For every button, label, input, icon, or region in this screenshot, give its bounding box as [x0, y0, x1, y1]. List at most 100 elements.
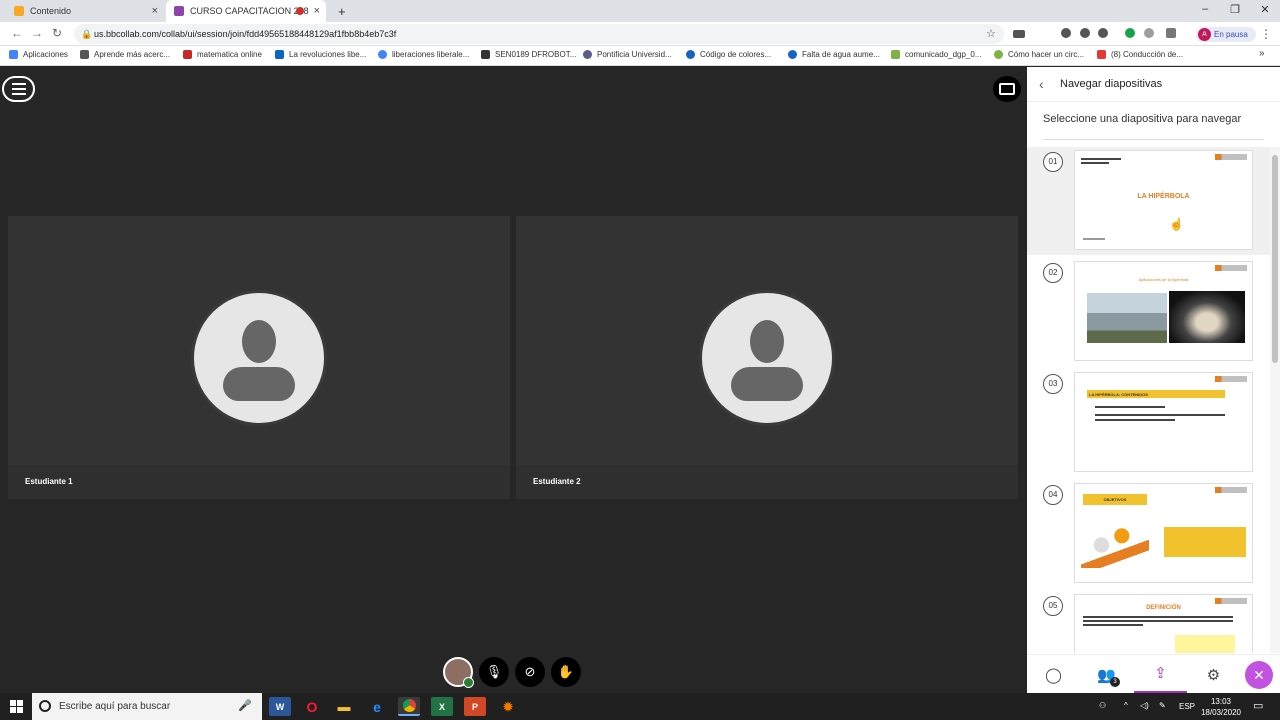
avatar: A [1198, 28, 1211, 41]
layout-toggle-button[interactable] [993, 76, 1021, 102]
bookmark-item[interactable]: matematica online [183, 50, 262, 59]
slide-item[interactable]: 03 LA HIPÉRBOLA: CONTENIDOS [1027, 369, 1270, 477]
apps-icon [9, 50, 18, 59]
scroll-thumb[interactable] [1272, 155, 1278, 363]
profile-button[interactable]: A En pausa [1196, 27, 1256, 42]
bookmark-favicon-icon [994, 50, 1003, 59]
bookmark-favicon-icon [891, 50, 900, 59]
close-icon: ✕ [1253, 667, 1265, 683]
tab-favicon-icon [14, 6, 24, 16]
session-stage: Estudiante 1 Estudiante 2 🎙 ⊘ ✋ [0, 67, 1027, 693]
reload-icon[interactable]: ↻ [52, 26, 62, 40]
avatar [699, 290, 835, 426]
address-bar[interactable]: 🔒 us.bbcollab.com/collab/ui/session/join… [74, 24, 1004, 44]
restore-icon[interactable]: ❐ [1220, 3, 1250, 16]
clock-time: 13:03 [1210, 697, 1232, 706]
participants-button[interactable]: 👥 3 [1080, 655, 1133, 694]
camera-icon[interactable] [1013, 30, 1025, 38]
tab-curso[interactable]: CURSO CAPACITACION 288 × [166, 0, 326, 22]
tab-title: Contenido [30, 6, 72, 16]
participant-tile[interactable]: Estudiante 2 [516, 216, 1018, 499]
bookmark-item[interactable]: comunicado_dgp_0... [891, 50, 982, 59]
microphone-icon[interactable]: 🎤 [238, 699, 252, 712]
language-indicator[interactable]: ESP [1179, 702, 1195, 711]
slide-title: LA HIPÉRBOLA [1137, 193, 1190, 200]
taskbar-search-input[interactable]: Escribe aquí para buscar 🎤 [32, 693, 262, 720]
word-icon[interactable]: W [269, 697, 291, 716]
bookmark-item[interactable]: (8) Conducción de... [1097, 50, 1183, 59]
window-close-icon[interactable]: ✕ [1250, 3, 1280, 16]
edge-icon[interactable]: e [366, 697, 388, 716]
bookmark-item[interactable]: Pontificia Universid... [583, 50, 672, 59]
scrollbar[interactable] [1270, 147, 1280, 653]
chat-button[interactable]: ◯ [1027, 655, 1080, 694]
star-icon[interactable]: ☆ [986, 27, 996, 40]
more-bookmarks-button[interactable]: » [1259, 48, 1265, 59]
close-icon[interactable]: × [314, 5, 320, 17]
bookmark-item[interactable]: Aplicaciones [9, 50, 68, 59]
cooling-towers-image [1087, 293, 1167, 343]
chevron-left-icon[interactable]: ‹ [1039, 76, 1044, 92]
university-logo-icon [1215, 376, 1247, 382]
slide-item[interactable]: 05 DEFINICIÓN [1027, 591, 1270, 653]
app-icon[interactable]: ✹ [497, 697, 519, 716]
extension-icon[interactable] [1098, 28, 1108, 38]
thumb-text-line [1083, 616, 1233, 618]
slide-item[interactable]: 04 OBJETIVOS [1027, 480, 1270, 588]
google-icon [378, 50, 387, 59]
microphone-muted-button[interactable]: 🎙 [479, 657, 509, 687]
pen-icon[interactable]: ✎ [1159, 701, 1166, 710]
settings-button[interactable]: ⚙ [1187, 655, 1240, 694]
university-logo-icon [1215, 154, 1247, 160]
opera-icon[interactable]: O [301, 697, 323, 716]
my-avatar[interactable] [443, 657, 474, 688]
clock-date: 18/03/2020 [1200, 708, 1242, 717]
excel-icon[interactable]: X [431, 697, 453, 716]
extension-icon[interactable] [1144, 28, 1154, 38]
bookmark-item[interactable]: Aprende más acerc... [80, 50, 170, 59]
bookmark-item[interactable]: La revoluciones libe... [275, 50, 366, 59]
grammarly-icon[interactable] [1125, 28, 1135, 38]
extension-icon[interactable] [1061, 28, 1071, 38]
participant-tile[interactable]: Estudiante 1 [8, 216, 510, 499]
bookmark-item[interactable]: Código de colores... [686, 50, 771, 59]
extension-icon[interactable] [1080, 28, 1090, 38]
camera-off-button[interactable]: ⊘ [515, 657, 545, 687]
notifications-icon[interactable]: ▭ [1253, 699, 1263, 712]
slide-item[interactable]: 01 LA HIPÉRBOLA ☝ [1027, 147, 1270, 255]
windows-start-icon[interactable] [10, 700, 23, 713]
speaker-icon[interactable]: ◁) [1140, 701, 1149, 710]
bookmark-item[interactable]: Cómo hacer un circ... [994, 50, 1084, 59]
slide-title: OBJETIVOS [1083, 494, 1147, 505]
bookmark-item[interactable]: Falta de agua aume... [788, 50, 880, 59]
file-explorer-icon[interactable]: ▬ [333, 697, 355, 716]
chevron-up-icon[interactable]: ^ [1124, 701, 1128, 710]
bookmark-label: Aplicaciones [23, 50, 68, 59]
clock[interactable]: 13:03 18/03/2020 [1196, 696, 1246, 718]
forward-arrow-icon[interactable]: → [31, 26, 43, 40]
share-content-button[interactable]: ⇪ [1134, 655, 1187, 694]
raise-hand-button[interactable]: ✋ [551, 657, 581, 687]
slide-title: DEFINICIÓN [1146, 605, 1181, 611]
slide-item[interactable]: 02 Aplicaciones de la hipérbola [1027, 258, 1270, 366]
close-icon[interactable]: × [152, 5, 158, 17]
chrome-icon[interactable] [398, 697, 420, 716]
thumb-text-line [1095, 414, 1225, 416]
powerpoint-icon[interactable]: P [464, 697, 486, 716]
bookmark-label: matematica online [197, 50, 262, 59]
session-menu-button[interactable] [2, 76, 35, 102]
close-panel-button[interactable]: ✕ [1245, 661, 1273, 689]
bookmark-item[interactable]: SEN0189 DFROBOT... [481, 50, 576, 59]
slide-number: 05 [1043, 596, 1063, 616]
extension-icon[interactable] [1166, 28, 1176, 38]
divider [1043, 139, 1264, 140]
bookmark-item[interactable]: liberaciones liberale... [378, 50, 469, 59]
people-tray-icon[interactable]: ⚇ [1099, 701, 1106, 710]
slide-thumbnail: DEFINICIÓN [1074, 594, 1253, 653]
kebab-menu-icon[interactable]: ⋮ [1260, 27, 1272, 41]
minimize-icon[interactable]: – [1190, 3, 1220, 15]
back-arrow-icon[interactable]: ← [11, 26, 23, 40]
tab-contenido[interactable]: Contenido × [6, 0, 164, 22]
new-tab-button[interactable]: + [330, 0, 354, 22]
media-controls: 🎙 ⊘ ✋ [443, 657, 581, 688]
